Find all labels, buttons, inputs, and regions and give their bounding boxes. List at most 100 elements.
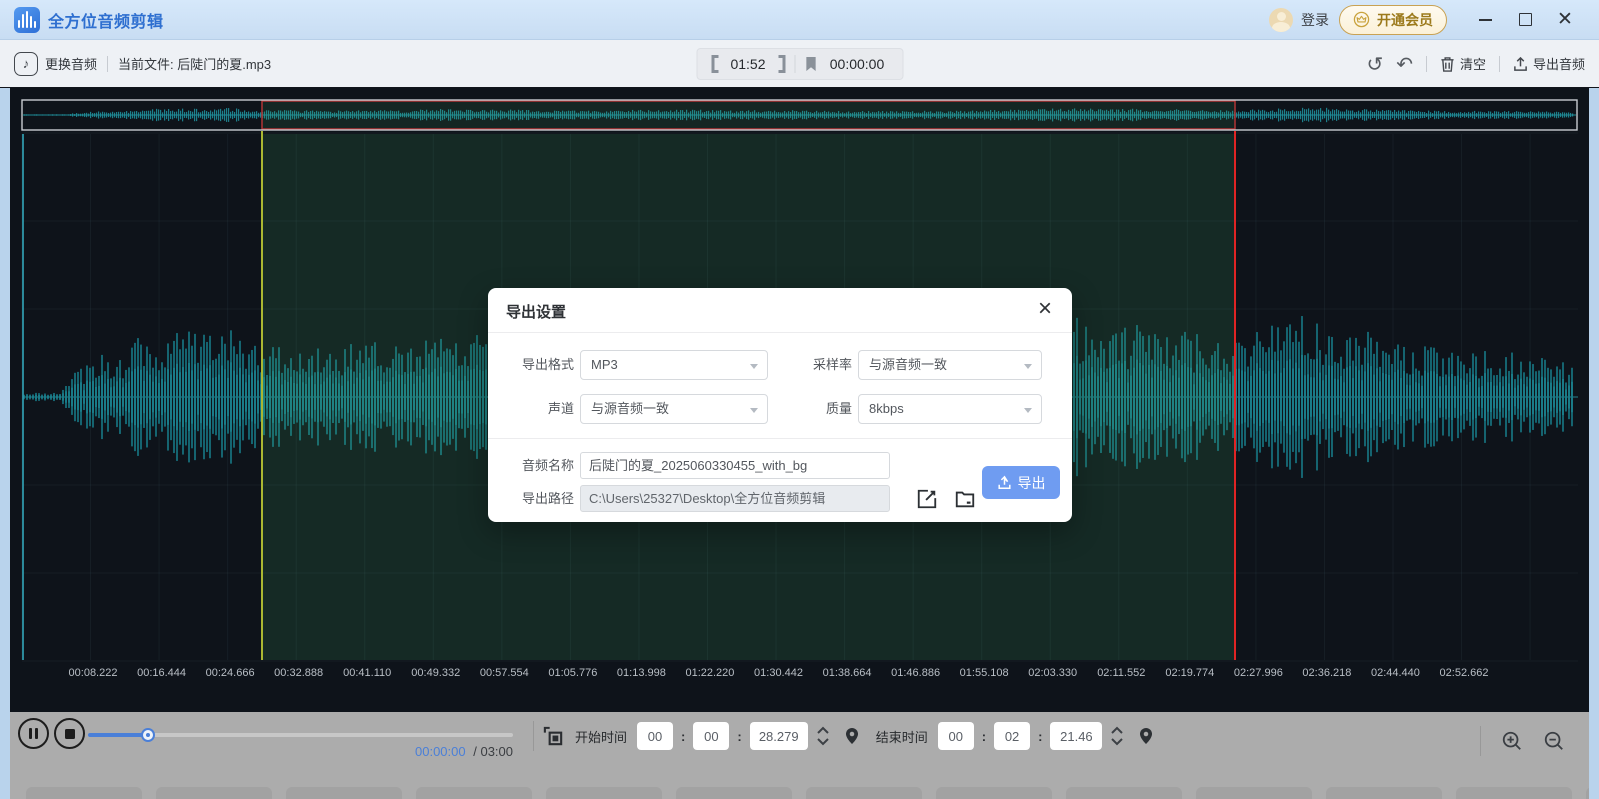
- divider: [107, 56, 108, 72]
- selection-duration: 01:52: [727, 56, 769, 72]
- vip-label: 开通会员: [1377, 10, 1433, 30]
- start-minutes-field[interactable]: 00: [693, 722, 729, 750]
- start-hours-field[interactable]: 00: [637, 722, 673, 750]
- minimize-icon: [1479, 19, 1492, 21]
- bracket-left-icon: [711, 55, 718, 73]
- close-icon: ✕: [1557, 10, 1573, 29]
- preset-card[interactable]: [1326, 787, 1442, 799]
- marker-time: 00:00:00: [826, 56, 888, 72]
- pause-icon: [29, 728, 39, 739]
- preset-card[interactable]: [806, 787, 922, 799]
- minimize-button[interactable]: [1465, 6, 1505, 34]
- preset-card[interactable]: [286, 787, 402, 799]
- stop-button[interactable]: [54, 718, 85, 749]
- dialog-title: 导出设置: [506, 301, 566, 322]
- export-audio-button[interactable]: 导出音频: [1513, 54, 1585, 73]
- preset-card[interactable]: [1196, 787, 1312, 799]
- export-format-select[interactable]: MP3: [580, 350, 768, 380]
- divider: [1499, 56, 1500, 72]
- pause-button[interactable]: [18, 718, 49, 749]
- chevron-down-icon: [750, 408, 758, 413]
- app-window: 全方位音频剪辑 登录 开通会员 ✕ ♪ 更换音频 当前文件: 后陡门的夏.mp3: [0, 0, 1599, 799]
- divider: [1426, 56, 1427, 72]
- preset-card[interactable]: [676, 787, 792, 799]
- divider: [488, 332, 1072, 333]
- upload-icon: [997, 475, 1012, 490]
- end-time-label: 结束时间: [876, 727, 928, 746]
- export-path-input[interactable]: C:\Users\25327\Desktop\全方位音频剪辑: [580, 485, 890, 512]
- vip-button[interactable]: 开通会员: [1339, 5, 1447, 35]
- upload-icon: [1513, 56, 1528, 72]
- end-stepper[interactable]: [1110, 724, 1124, 748]
- audio-name-input[interactable]: 后陡门的夏_2025060330455_with_bg: [580, 452, 890, 479]
- trim-controls: 开始时间 00 : 00 : 28.279 结束时间 00 : 02 : 21.…: [533, 721, 1154, 751]
- toolbar: ♪ 更换音频 当前文件: 后陡门的夏.mp3 01:52 00:00:00 ↺ …: [0, 40, 1599, 88]
- undo-icon[interactable]: ↺: [1366, 54, 1383, 74]
- start-seconds-field[interactable]: 28.279: [750, 722, 808, 750]
- channel-label: 声道: [488, 394, 574, 424]
- chevron-down-icon: [1024, 364, 1032, 369]
- progress-fill: [88, 733, 148, 737]
- progress-handle[interactable]: [141, 728, 155, 742]
- maximize-icon: [1519, 13, 1532, 26]
- zoom-out-icon[interactable]: [1543, 730, 1565, 752]
- divider: [794, 55, 795, 73]
- crown-icon: [1353, 11, 1370, 28]
- app-logo-icon: [14, 7, 40, 33]
- select-range-icon[interactable]: [542, 725, 565, 748]
- preset-card-row: [26, 787, 1599, 799]
- quality-select[interactable]: 8kbps: [858, 394, 1042, 424]
- edit-path-icon[interactable]: [916, 488, 938, 510]
- sample-rate-select[interactable]: 与源音频一致: [858, 350, 1042, 380]
- preset-card[interactable]: [1456, 787, 1572, 799]
- channel-select[interactable]: 与源音频一致: [580, 394, 768, 424]
- dialog-close-icon[interactable]: ×: [1032, 293, 1058, 325]
- format-label: 导出格式: [488, 350, 574, 380]
- start-pin-icon[interactable]: [844, 727, 860, 745]
- colon: :: [681, 729, 685, 744]
- end-hours-field[interactable]: 00: [938, 722, 974, 750]
- export-path-label: 导出路径: [488, 485, 574, 512]
- quality-label: 质量: [776, 394, 852, 424]
- preset-card[interactable]: [416, 787, 532, 799]
- end-seconds-field[interactable]: 21.46: [1050, 722, 1102, 750]
- total-time: / 03:00: [473, 744, 513, 759]
- chevron-down-icon: [1024, 408, 1032, 413]
- end-minutes-field[interactable]: 02: [994, 722, 1030, 750]
- preset-card[interactable]: [936, 787, 1052, 799]
- divider: [1480, 726, 1481, 756]
- export-button[interactable]: 导出: [982, 466, 1060, 499]
- app-title: 全方位音频剪辑: [48, 8, 164, 32]
- preset-card[interactable]: [546, 787, 662, 799]
- progress-slider[interactable]: [88, 733, 513, 737]
- preset-card[interactable]: [1066, 787, 1182, 799]
- change-audio-button[interactable]: 更换音频: [45, 54, 97, 73]
- time-axis-label: 02:52.662: [1424, 667, 1504, 679]
- clear-button[interactable]: 清空: [1440, 54, 1486, 73]
- title-bar: 全方位音频剪辑 登录 开通会员 ✕: [0, 0, 1599, 40]
- start-stepper[interactable]: [816, 724, 830, 748]
- trash-icon: [1440, 56, 1455, 72]
- maximize-button[interactable]: [1505, 6, 1545, 34]
- preset-card[interactable]: [1586, 787, 1599, 799]
- chevron-down-icon: [750, 364, 758, 369]
- login-button[interactable]: 登录: [1301, 10, 1329, 30]
- audio-name-label: 音频名称: [488, 452, 574, 479]
- time-readout: 00:00:00 / 03:00: [328, 744, 513, 759]
- end-pin-icon[interactable]: [1138, 727, 1154, 745]
- close-button[interactable]: ✕: [1545, 6, 1585, 34]
- time-axis: 00:08.22200:16.44400:24.66600:32.88800:4…: [10, 663, 1589, 687]
- export-settings-dialog: 导出设置 × 导出格式 MP3 采样率 与源音频一致 声道 与源音频一致 质量 …: [488, 288, 1072, 522]
- current-time: 00:00:00: [415, 744, 466, 759]
- user-avatar[interactable]: [1269, 8, 1293, 32]
- bookmark-icon[interactable]: [804, 56, 817, 72]
- selection-time-box: 01:52 00:00:00: [696, 48, 903, 80]
- redo-icon[interactable]: ↶: [1396, 54, 1413, 74]
- sample-rate-label: 采样率: [776, 350, 852, 380]
- open-folder-icon[interactable]: [954, 488, 976, 510]
- start-time-label: 开始时间: [575, 727, 627, 746]
- music-note-icon[interactable]: ♪: [14, 52, 38, 76]
- preset-card[interactable]: [156, 787, 272, 799]
- preset-card[interactable]: [26, 787, 142, 799]
- zoom-in-icon[interactable]: [1501, 730, 1523, 752]
